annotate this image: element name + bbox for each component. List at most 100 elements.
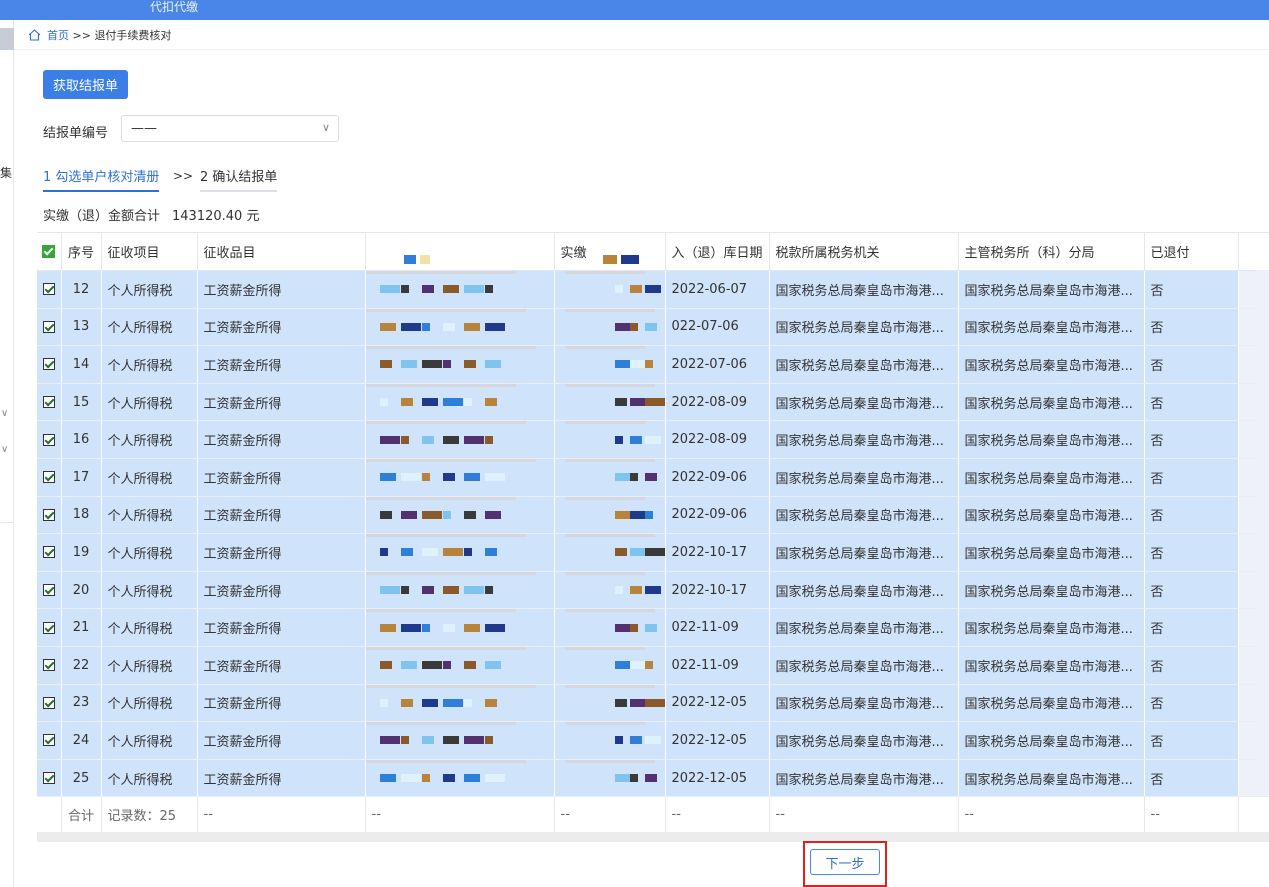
column-header-redacted[interactable]: 实缴: [554, 232, 666, 271]
row-checkbox[interactable]: [37, 721, 62, 760]
row-checkbox[interactable]: [37, 533, 62, 572]
cell-date: 2022-09-06: [665, 458, 770, 497]
cell-org: 国家税务总局秦皇岛市海港...: [769, 571, 959, 610]
redaction-block: [379, 661, 392, 670]
redaction-block: [442, 435, 459, 444]
report-number-select[interactable]: —— ∨: [121, 115, 339, 142]
redaction-block: [644, 510, 653, 519]
redaction-block: [484, 360, 501, 369]
redaction-block: [644, 285, 661, 294]
cell-no: 21: [61, 608, 102, 647]
table-row[interactable]: 15 个人所得税 工资薪金所得 2022-08-09 国家税务总局秦皇岛市海港... 国家…: [37, 383, 1269, 422]
column-header[interactable]: 已退付: [1144, 232, 1239, 271]
redaction-block: [463, 586, 484, 595]
table-row[interactable]: 20 个人所得税 工资薪金所得 2022-10-17 国家税务总局秦皇岛市海港... 国家…: [37, 571, 1269, 610]
cell-branch: 国家税务总局秦皇岛市海港...: [958, 571, 1145, 610]
redaction-block: [442, 623, 455, 632]
cell-branch: 国家税务总局秦皇岛市海港...: [958, 684, 1145, 723]
redaction-mosaic: [376, 384, 544, 420]
table-row[interactable]: 14 个人所得税 工资薪金所得 2022-07-06 国家税务总局秦皇岛市海港... 国家…: [37, 345, 1269, 384]
home-icon[interactable]: [28, 29, 41, 41]
table-row[interactable]: 19 个人所得税 工资薪金所得 2022-10-17 国家税务总局秦皇岛市海港... 国家…: [37, 533, 1269, 572]
sidebar-active-item[interactable]: [0, 28, 14, 50]
table-row[interactable]: 18 个人所得税 工资薪金所得 2022-09-06 国家税务总局秦皇岛市海港... 国家…: [37, 496, 1269, 535]
redaction-mosaic: [376, 309, 544, 345]
column-header[interactable]: 征收项目: [101, 232, 198, 271]
row-checkbox[interactable]: [37, 496, 62, 535]
table-row[interactable]: 21 个人所得税 工资薪金所得 022-11-09 国家税务总局秦皇岛市海港... 国家税…: [37, 608, 1269, 647]
table-row[interactable]: 13 个人所得税 工资薪金所得 022-07-06 国家税务总局秦皇岛市海港... 国家税…: [37, 308, 1269, 347]
table-row[interactable]: 23 个人所得税 工资薪金所得 2022-12-05 国家税务总局秦皇岛市海港... 国家…: [37, 684, 1269, 723]
redaction-mosaic: [565, 309, 657, 345]
redaction-block: [379, 774, 396, 783]
redaction-mosaic: [565, 346, 655, 382]
redaction-block: [484, 510, 501, 519]
row-checkbox[interactable]: [37, 345, 62, 384]
tab-step-2[interactable]: 2 确认结报单: [200, 166, 278, 192]
column-header[interactable]: 征收品目: [197, 232, 366, 271]
row-checkbox[interactable]: [37, 458, 62, 497]
cell-branch: 国家税务总局秦皇岛市海港...: [958, 308, 1145, 347]
redaction-smear: [365, 533, 526, 538]
redaction-block: [421, 774, 430, 783]
cell-refunded: 否: [1144, 533, 1239, 572]
row-checkbox[interactable]: [37, 308, 62, 347]
row-checkbox[interactable]: [37, 646, 62, 685]
breadcrumb-home-link[interactable]: 首页: [47, 29, 69, 42]
cell-no: 22: [61, 646, 102, 685]
chevron-down-icon[interactable]: ∨: [1, 408, 11, 419]
table-row[interactable]: 24 个人所得税 工资薪金所得 2022-12-05 国家税务总局秦皇岛市海港... 国家…: [37, 721, 1269, 760]
column-header[interactable]: 序号: [61, 232, 102, 271]
redacted-cell: [365, 646, 555, 685]
cell-date: 2022-12-05: [665, 721, 770, 760]
row-checkbox[interactable]: [37, 759, 62, 798]
total-cell: --: [197, 796, 366, 834]
table-row[interactable]: 16 个人所得税 工资薪金所得 2022-08-09 国家税务总局秦皇岛市海港... 国家…: [37, 420, 1269, 459]
row-checkbox[interactable]: [37, 420, 62, 459]
cell-subitem: 工资薪金所得: [197, 420, 366, 459]
cell-date: 2022-08-09: [665, 420, 770, 459]
redaction-block: [442, 736, 459, 745]
column-header[interactable]: 税款所属税务机关: [769, 232, 959, 271]
table-row[interactable]: 12 个人所得税 工资薪金所得 2022-06-07 国家税务总局秦皇岛市海港... 国家…: [37, 270, 1269, 309]
redaction-block: [442, 398, 463, 407]
redaction-smear: [564, 345, 645, 350]
column-header[interactable]: 入（退）库日期: [665, 232, 770, 271]
redaction-mosaic: [376, 271, 544, 307]
cell-no: 17: [61, 458, 102, 497]
table-row[interactable]: 25 个人所得税 工资薪金所得 2022-12-05 国家税务总局秦皇岛市海港... 国家…: [37, 759, 1269, 798]
horizontal-scrollbar[interactable]: [37, 832, 1269, 842]
row-checkbox[interactable]: [37, 571, 62, 610]
redacted-cell: [554, 759, 666, 798]
table-row[interactable]: 22 个人所得税 工资薪金所得 022-11-09 国家税务总局秦皇岛市海港... 国家税…: [37, 646, 1269, 685]
scroll-edge: [1256, 270, 1269, 790]
fetch-report-button[interactable]: 获取结报单: [43, 70, 128, 99]
sidebar-item-label[interactable]: 集: [0, 164, 12, 181]
redaction-block: [644, 698, 664, 707]
column-header[interactable]: 主管税务所（科）分局: [958, 232, 1145, 271]
row-checkbox[interactable]: [37, 684, 62, 723]
redaction-block: [484, 623, 505, 632]
redaction-smear: [564, 383, 655, 387]
redaction-block: [629, 322, 638, 331]
cell-no: 19: [61, 533, 102, 572]
redaction-block: [442, 473, 455, 482]
tab-step-1[interactable]: 1 勾选单户核对清册: [43, 166, 160, 192]
row-checkbox[interactable]: [37, 608, 62, 647]
redaction-block: [442, 322, 455, 331]
row-checkbox[interactable]: [37, 383, 62, 422]
cell-org: 国家税务总局秦皇岛市海港...: [769, 308, 959, 347]
redaction-smear: [564, 458, 655, 462]
row-checkbox[interactable]: [37, 270, 62, 309]
redaction-block: [629, 398, 646, 407]
next-step-button[interactable]: 下一步: [810, 849, 880, 875]
table-row[interactable]: 17 个人所得税 工资薪金所得 2022-09-06 国家税务总局秦皇岛市海港... 国家…: [37, 458, 1269, 497]
cell-item: 个人所得税: [101, 345, 198, 384]
redaction-mosaic: [565, 760, 657, 796]
redaction-block: [629, 473, 638, 482]
column-header-redacted[interactable]: [365, 232, 555, 271]
redaction-mosaic: [565, 384, 664, 420]
select-all-checkbox[interactable]: [37, 232, 62, 271]
chevron-down-icon[interactable]: ∨: [1, 444, 11, 455]
checkbox-checked-icon: [42, 283, 55, 296]
